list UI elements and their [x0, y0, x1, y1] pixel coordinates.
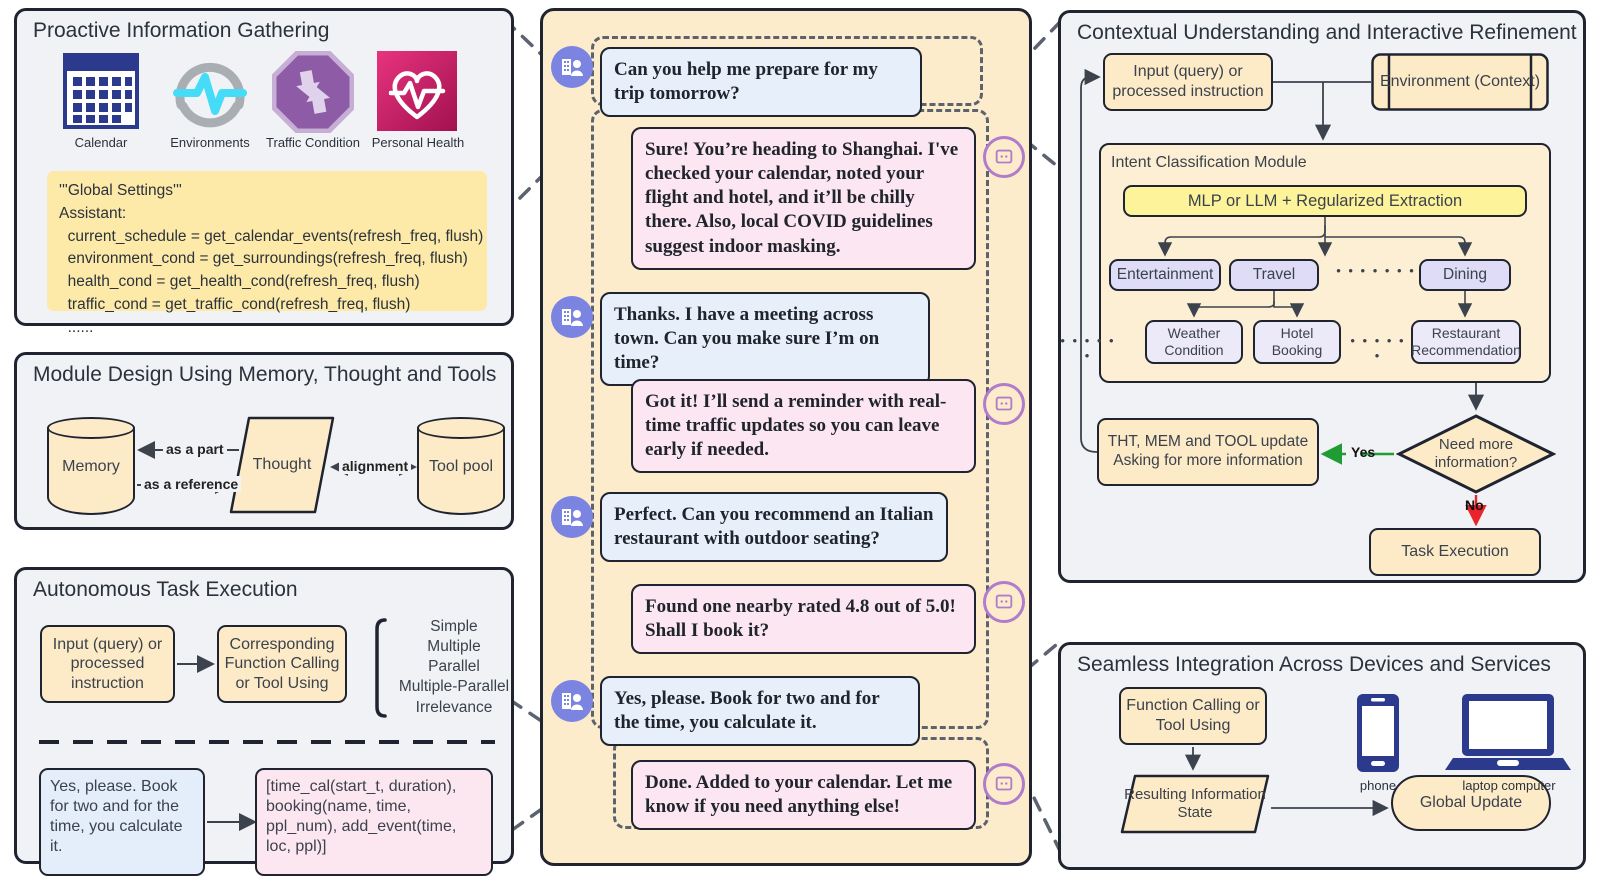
- intent-travel-node: Travel: [1229, 259, 1319, 291]
- thought-label: Thought: [252, 456, 312, 474]
- tool-pool-label: Tool pool: [428, 457, 494, 475]
- call-type-multiple-parallel: Multiple-Parallel: [398, 678, 510, 696]
- robot-chat-icon: [995, 396, 1013, 411]
- call-type-parallel: Parallel: [428, 658, 480, 676]
- leaf-hotel-booking-node: Hotel Booking: [1253, 320, 1341, 364]
- avatar-user-4: [551, 496, 593, 538]
- chat-bubble-0: Can you help me prepare for my trip tomo…: [600, 47, 922, 118]
- mlp-llm-node: MLP or LLM + Regularized Extraction: [1123, 185, 1527, 217]
- autonomous-user-example: Yes, please. Book for two and for the ti…: [39, 768, 205, 876]
- autonomous-input-node: Input (query) or processed instruction: [40, 625, 175, 703]
- laptop-computer-icon: [1443, 692, 1573, 774]
- user-building-icon: [562, 309, 583, 326]
- environments-pulse-icon: [169, 53, 251, 131]
- user-building-icon: [562, 59, 583, 76]
- panel-title-autonomous: Autonomous Task Execution: [33, 578, 298, 601]
- need-more-information-decision: Need more information?: [1396, 413, 1556, 495]
- chat-bubble-6: Yes, please. Book for two and for the ti…: [600, 676, 920, 747]
- call-type-multiple: Multiple: [427, 638, 481, 656]
- robot-chat-icon: [995, 149, 1013, 164]
- tht-mem-tool-update-node: THT, MEM and TOOL update Asking for more…: [1097, 418, 1319, 486]
- calendar-icon: [63, 53, 139, 129]
- task-execution-node: Task Execution: [1369, 528, 1541, 576]
- avatar-user: [551, 46, 593, 88]
- tool-pool-cylinder: Tool pool: [417, 417, 505, 515]
- environment-context-label: Environment (Context): [1379, 73, 1541, 91]
- edge-label-no: No: [1465, 497, 1484, 513]
- autonomous-tool-example: [time_cal(start_t, duration), booking(na…: [255, 768, 493, 876]
- edge-label-yes: Yes: [1351, 444, 1376, 460]
- chat-bubble-7: Done. Added to your calendar. Let me kno…: [631, 760, 976, 831]
- chat-bubble-3: Got it! I’ll send a reminder with real-t…: [631, 379, 976, 474]
- avatar-user-2: [551, 296, 593, 338]
- panel-title-module-design: Module Design Using Memory, Thought and …: [33, 363, 497, 386]
- call-type-list: Simple Multiple Parallel Multiple-Parall…: [393, 617, 515, 718]
- avatar-bot-7: [983, 763, 1025, 805]
- call-type-irrelevance: Irrelevance: [415, 698, 493, 716]
- leaf-ellipsis-dots-left: • • • • • •: [1060, 333, 1116, 363]
- personal-health-icon-label: Personal Health: [371, 135, 465, 150]
- phone-icon: [1349, 692, 1407, 774]
- autonomous-function-node: Corresponding Function Calling or Tool U…: [217, 625, 347, 703]
- avatar-user-6: [551, 680, 593, 722]
- edge-label-alignment: alignment: [339, 458, 412, 474]
- contextual-input-node: Input (query) or processed instruction: [1103, 53, 1273, 111]
- leaf-ellipsis-dots-right: • • • • • •: [1350, 333, 1406, 363]
- avatar-bot-1: [983, 136, 1025, 178]
- robot-chat-icon: [995, 776, 1013, 791]
- panel-title-seamless: Seamless Integration Across Devices and …: [1077, 653, 1551, 676]
- chat-bubble-2: Thanks. I have a meeting across town. Ca…: [600, 292, 930, 387]
- resulting-information-state-label: Resulting Information State: [1124, 785, 1266, 821]
- panel-contextual-understanding: Contextual Understanding and Interactive…: [1058, 10, 1586, 583]
- intent-dining-node: Dining: [1419, 259, 1511, 291]
- avatar-bot-3: [983, 383, 1025, 425]
- panel-module-design: Module Design Using Memory, Thought and …: [14, 352, 514, 530]
- seamless-function-node: Function Calling or Tool Using: [1119, 687, 1267, 745]
- panel-title-contextual: Contextual Understanding and Interactive…: [1077, 21, 1577, 44]
- intent-entertainment-node: Entertainment: [1109, 259, 1221, 291]
- traffic-condition-icon: [271, 50, 355, 134]
- edge-label-as-a-part: as a part: [163, 441, 227, 457]
- avatar-bot-5: [983, 581, 1025, 623]
- memory-cylinder: Memory: [47, 417, 135, 515]
- user-building-icon: [562, 693, 583, 710]
- panel-seamless-integration: Seamless Integration Across Devices and …: [1058, 642, 1586, 870]
- leaf-restaurant-recommendation-node: Restaurant Recommendation: [1411, 320, 1521, 364]
- panel-proactive-information-gathering: Proactive Information Gathering Calendar…: [14, 8, 514, 336]
- call-type-simple: Simple: [430, 618, 478, 635]
- calendar-icon-label: Calendar: [74, 135, 128, 150]
- robot-chat-icon: [995, 594, 1013, 609]
- chat-bubble-4: Perfect. Can you recommend an Italian re…: [600, 492, 948, 563]
- decision-label: Need more information?: [1434, 436, 1518, 471]
- chat-panel: Can you help me prepare for my trip tomo…: [540, 8, 1032, 866]
- panel-title-proactive: Proactive Information Gathering: [33, 19, 330, 42]
- resulting-information-state-node: Resulting Information State: [1119, 773, 1271, 835]
- laptop-icon-label: laptop computer: [1462, 778, 1556, 793]
- thought-node: Thought: [227, 415, 337, 515]
- user-building-icon: [562, 509, 583, 526]
- chat-bubble-5: Found one nearby rated 4.8 out of 5.0! S…: [631, 584, 976, 655]
- leaf-weather-condition-node: Weather Condition: [1145, 320, 1243, 364]
- global-settings-code-block: '''Global Settings''' Assistant: current…: [47, 171, 487, 336]
- edge-label-as-a-reference: as a reference: [141, 476, 242, 492]
- phone-icon-label: phone: [1359, 778, 1397, 793]
- intent-module-title: Intent Classification Module: [1111, 154, 1307, 171]
- panel-autonomous-task-execution: Autonomous Task Execution Input (query) …: [14, 567, 515, 876]
- intent-ellipsis-dots: • • • • • • •: [1336, 263, 1416, 278]
- memory-label: Memory: [62, 457, 120, 475]
- traffic-condition-icon-label: Traffic Condition: [266, 135, 360, 150]
- personal-health-icon: [377, 51, 457, 131]
- environments-icon-label: Environments: [170, 135, 250, 150]
- environment-context-node: Environment (Context): [1371, 53, 1549, 111]
- chat-bubble-1: Sure! You’re heading to Shanghai. I've c…: [631, 127, 976, 270]
